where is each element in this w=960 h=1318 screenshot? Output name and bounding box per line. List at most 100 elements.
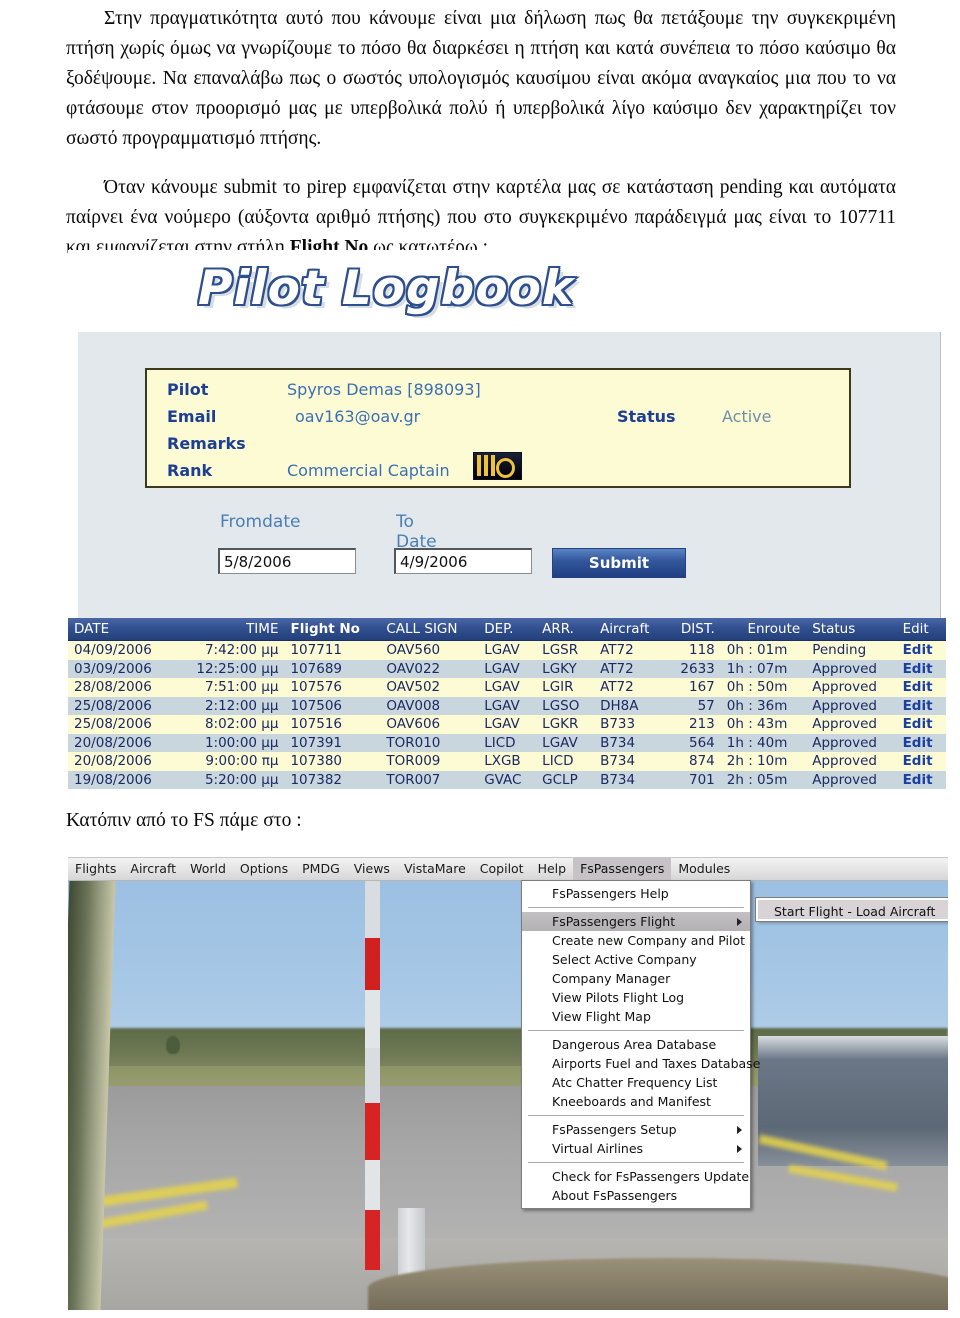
table-cell: OAV008: [380, 696, 479, 715]
table-cell: OAV502: [380, 678, 479, 697]
table-cell: 1:00:00 μμ: [173, 733, 285, 752]
col-header-date[interactable]: DATE: [68, 618, 174, 641]
col-header-status[interactable]: Status: [806, 618, 897, 641]
table-cell: 2h : 10m: [720, 752, 807, 771]
table-cell: 20/08/2006: [68, 752, 174, 771]
menu-item-airports-fuel-and-taxes-database[interactable]: Airports Fuel and Taxes Database: [522, 1054, 760, 1073]
table-cell: 1h : 40m: [720, 733, 807, 752]
menu-item-kneeboards-and-manifest[interactable]: Kneeboards and Manifest: [522, 1092, 750, 1111]
table-cell: Approved: [806, 659, 897, 678]
fs-menu-bar[interactable]: Flights Aircraft World Options PMDG Views Vist…: [68, 858, 948, 881]
menu-item-dangerous-area-database[interactable]: Dangerous Area Database: [522, 1035, 750, 1054]
edit-link[interactable]: Edit: [896, 752, 946, 771]
table-cell: 564: [666, 733, 721, 752]
menubar-item-aircraft[interactable]: Aircraft: [123, 858, 183, 880]
menu-item-view-pilots-flight-log[interactable]: View Pilots Flight Log: [522, 988, 750, 1007]
table-cell: 7:42:00 μμ: [173, 640, 285, 660]
table-cell: 2h : 05m: [720, 770, 807, 789]
col-header-dep[interactable]: DEP.: [478, 618, 537, 641]
menu-item-view-flight-map[interactable]: View Flight Map: [522, 1007, 750, 1026]
menu-item-fspassengers-help[interactable]: FsPassengers Help: [522, 884, 750, 903]
table-cell: OAV022: [380, 659, 479, 678]
table-cell: 107382: [284, 770, 381, 789]
table-cell: Approved: [806, 770, 897, 789]
table-cell: 107506: [284, 696, 381, 715]
menubar-item-copilot[interactable]: Copilot: [473, 858, 531, 880]
table-cell: Approved: [806, 678, 897, 697]
table-row: 25/08/2006 8:02:00 μμ 107516 OAV606 LGAV LGKR…: [68, 715, 946, 734]
col-header-flight-no[interactable]: Flight No: [284, 618, 381, 641]
table-cell: LGAV: [478, 678, 537, 697]
cockpit-dashboard-edge: [368, 1258, 948, 1310]
menu-item-atc-chatter-frequency-list[interactable]: Atc Chatter Frequency List: [522, 1073, 750, 1092]
menu-item-virtual-airlines[interactable]: Virtual Airlines: [522, 1139, 750, 1158]
table-cell: TOR007: [380, 770, 479, 789]
table-row: 28/08/2006 7:51:00 μμ 107576 OAV502 LGAV LGIR…: [68, 678, 946, 697]
table-cell: 25/08/2006: [68, 715, 174, 734]
menu-item-about-fspassengers[interactable]: About FsPassengers: [522, 1186, 750, 1205]
chevron-right-icon: [737, 918, 742, 926]
menubar-item-vistamare[interactable]: VistaMare: [397, 858, 473, 880]
table-cell: B733: [594, 715, 667, 734]
table-cell: LXGB: [478, 752, 537, 771]
table-cell: 107576: [284, 678, 381, 697]
table-row: 19/08/2006 5:20:00 μμ 107382 TOR007 GVAC GCLP…: [68, 770, 946, 789]
table-cell: LGKY: [536, 659, 595, 678]
table-cell: 8:02:00 μμ: [173, 715, 285, 734]
col-header-call-sign[interactable]: CALL SIGN: [380, 618, 479, 641]
table-cell: 0h : 01m: [720, 640, 807, 660]
edit-link[interactable]: Edit: [896, 696, 946, 715]
menubar-item-modules[interactable]: Modules: [671, 858, 737, 880]
edit-link[interactable]: Edit: [896, 640, 946, 660]
menu-item-create-new-company-and-pilot[interactable]: Create new Company and Pilot: [522, 931, 750, 950]
table-cell: B734: [594, 733, 667, 752]
edit-link[interactable]: Edit: [896, 715, 946, 734]
menubar-item-options[interactable]: Options: [233, 858, 295, 880]
table-cell: 167: [666, 678, 721, 697]
fspassengers-flight-submenu-item[interactable]: Start Flight - Load Aircraft: [755, 897, 948, 922]
table-cell: 118: [666, 640, 721, 660]
table-cell: 107380: [284, 752, 381, 771]
menu-separator: [528, 1115, 744, 1116]
table-cell: 25/08/2006: [68, 696, 174, 715]
menubar-item-flights[interactable]: Flights: [68, 858, 123, 880]
col-header-edit[interactable]: Edit: [896, 618, 946, 641]
table-cell: LICD: [536, 752, 595, 771]
edit-link[interactable]: Edit: [896, 659, 946, 678]
menu-item-fspassengers-flight[interactable]: FsPassengers Flight: [522, 912, 750, 931]
col-header-dist[interactable]: DIST.: [666, 618, 721, 641]
fspassengers-dropdown-menu[interactable]: FsPassengers Help FsPassengers Flight Crea…: [521, 880, 760, 1209]
col-header-time[interactable]: TIME: [173, 618, 285, 641]
menubar-item-fspassengers[interactable]: FsPassengers: [573, 858, 672, 880]
col-header-aircraft[interactable]: Aircraft: [594, 618, 667, 641]
table-cell: 0h : 50m: [720, 678, 807, 697]
col-header-enroute[interactable]: Enroute: [720, 618, 807, 641]
col-header-arr[interactable]: ARR.: [536, 618, 595, 641]
edit-link[interactable]: Edit: [896, 733, 946, 752]
table-cell: 2633: [666, 659, 721, 678]
menubar-item-world[interactable]: World: [183, 858, 233, 880]
table-cell: 1h : 07m: [720, 659, 807, 678]
table-cell: 107689: [284, 659, 381, 678]
menu-item-company-manager[interactable]: Company Manager: [522, 969, 750, 988]
table-cell: 9:00:00 πμ: [173, 752, 285, 771]
table-cell: LGSR: [536, 640, 595, 660]
menu-item-fspassengers-setup[interactable]: FsPassengers Setup: [522, 1120, 750, 1139]
table-cell: LGAV: [478, 696, 537, 715]
menu-item-check-for-fspassengers-update[interactable]: Check for FsPassengers Update: [522, 1167, 750, 1186]
table-cell: 107711: [284, 640, 381, 660]
menubar-item-views[interactable]: Views: [347, 858, 397, 880]
menubar-item-pmdg[interactable]: PMDG: [295, 858, 347, 880]
menu-item-select-active-company[interactable]: Select Active Company: [522, 950, 750, 969]
edit-link[interactable]: Edit: [896, 770, 946, 789]
table-cell: AT72: [594, 659, 667, 678]
pilot-logbook-screenshot: Pilot Logbook Pilot Spyros Demas [898093…: [68, 250, 948, 796]
edit-link[interactable]: Edit: [896, 678, 946, 697]
menubar-item-help[interactable]: Help: [531, 858, 574, 880]
table-cell: 5:20:00 μμ: [173, 770, 285, 789]
fs-caption: Κατόπιν από το FS πάμε στο :: [66, 810, 302, 831]
table-cell: TOR009: [380, 752, 479, 771]
table-row: 25/08/2006 2:12:00 μμ 107506 OAV008 LGAV LGSO…: [68, 696, 946, 715]
table-cell: LICD: [478, 733, 537, 752]
menu-separator: [528, 907, 744, 908]
